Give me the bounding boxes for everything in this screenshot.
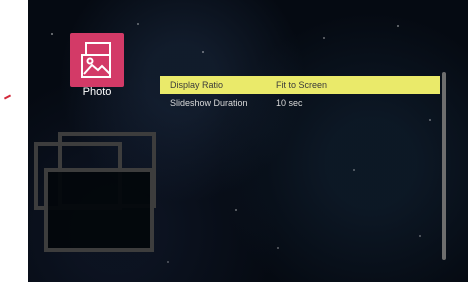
settings-screen: Photo Display Ratio Fit to Screen Slides… xyxy=(28,0,468,282)
menu-scrollbar[interactable] xyxy=(442,72,446,260)
menu-item-display-ratio[interactable]: Display Ratio Fit to Screen xyxy=(160,76,440,94)
menu-item-slideshow-duration[interactable]: Slideshow Duration 10 sec xyxy=(160,94,440,112)
photo-category-label: Photo xyxy=(82,86,112,98)
photo-stack-illustration xyxy=(34,132,160,252)
left-margin xyxy=(0,0,28,282)
settings-menu: Display Ratio Fit to Screen Slideshow Du… xyxy=(160,76,440,112)
menu-item-value: 10 sec xyxy=(276,98,303,108)
photo-category-tile[interactable] xyxy=(70,33,124,87)
photo-icon xyxy=(81,42,111,78)
marker-tick xyxy=(3,94,12,100)
menu-item-label: Display Ratio xyxy=(170,80,224,90)
photo-frame-front xyxy=(44,168,154,252)
menu-item-value: Fit to Screen xyxy=(276,80,328,90)
menu-item-label: Slideshow Duration xyxy=(170,98,248,108)
